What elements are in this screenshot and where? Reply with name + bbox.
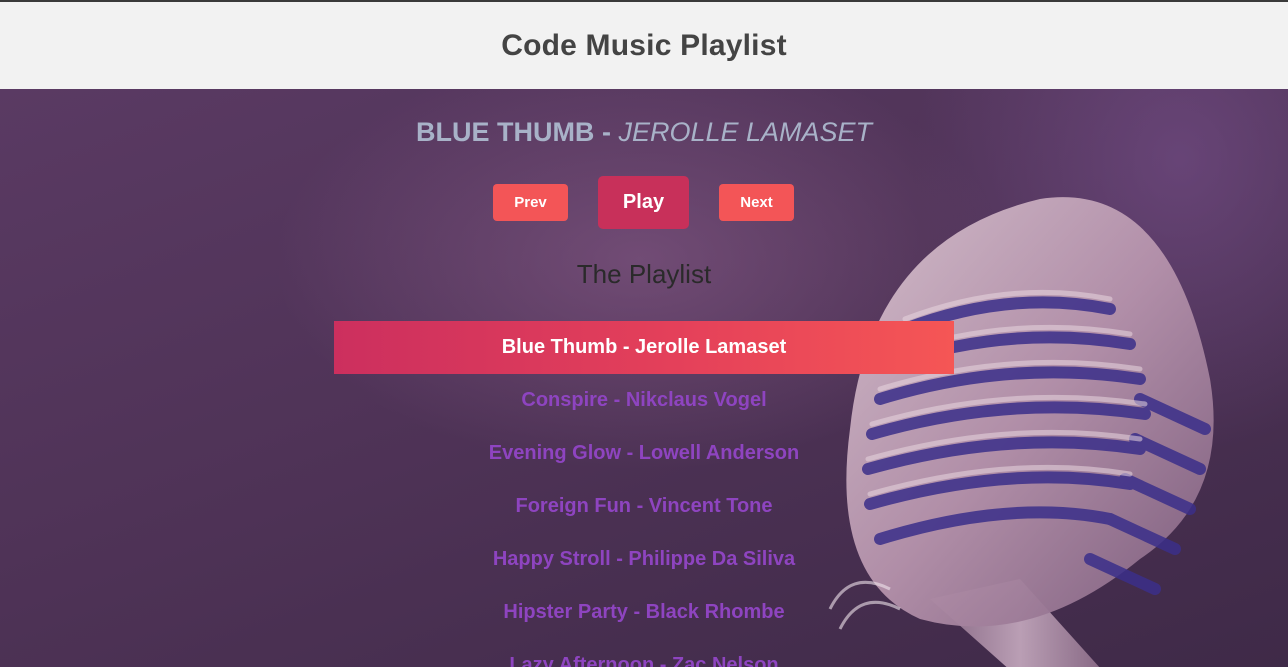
track-label: Lazy Afternoon - Zac Nelson (509, 654, 779, 667)
now-playing-banner: Blue Thumb - Jerolle Lamaset (0, 117, 1288, 148)
playback-controls: Prev Play Next (0, 176, 1288, 229)
track-label: Evening Glow - Lowell Anderson (488, 442, 800, 464)
next-button[interactable]: Next (719, 184, 794, 221)
prev-button[interactable]: Prev (493, 184, 568, 221)
playlist-item[interactable]: Happy Stroll - Philippe Da Siliva (0, 533, 1288, 586)
track-label: Blue Thumb - Jerolle Lamaset (501, 336, 787, 358)
track-label: Hipster Party - Black Rhombe (503, 601, 785, 623)
playlist-heading: The Playlist (576, 259, 712, 289)
playlist-item[interactable]: Lazy Afternoon - Zac Nelson (0, 639, 1288, 667)
playlist-item[interactable]: Hipster Party - Black Rhombe (0, 586, 1288, 639)
player-stage: Blue Thumb - Jerolle Lamaset Prev Play N… (0, 89, 1288, 667)
playlist-item[interactable]: Evening Glow - Lowell Anderson (0, 427, 1288, 480)
track-label: Conspire - Nikclaus Vogel (521, 389, 767, 411)
playlist-item-active[interactable]: Blue Thumb - Jerolle Lamaset (0, 321, 1288, 374)
now-playing-title: Blue Thumb (415, 117, 595, 147)
page-title: Code Music Playlist (501, 28, 787, 62)
now-playing-artist: Jerolle Lamaset (618, 117, 873, 147)
page-header: Code Music Playlist (0, 0, 1288, 89)
playlist-item[interactable]: Foreign Fun - Vincent Tone (0, 480, 1288, 533)
playlist-item[interactable]: Conspire - Nikclaus Vogel (0, 374, 1288, 427)
now-playing-separator: - (594, 117, 619, 147)
app-root: Code Music Playlist BLUE THUMB - JEROLLE… (0, 0, 1288, 667)
play-button[interactable]: Play (598, 176, 689, 229)
track-label: Happy Stroll - Philippe Da Siliva (492, 548, 796, 570)
playlist: Blue Thumb - Jerolle Lamaset Conspire - … (0, 321, 1288, 667)
track-label: Foreign Fun - Vincent Tone (515, 495, 773, 517)
